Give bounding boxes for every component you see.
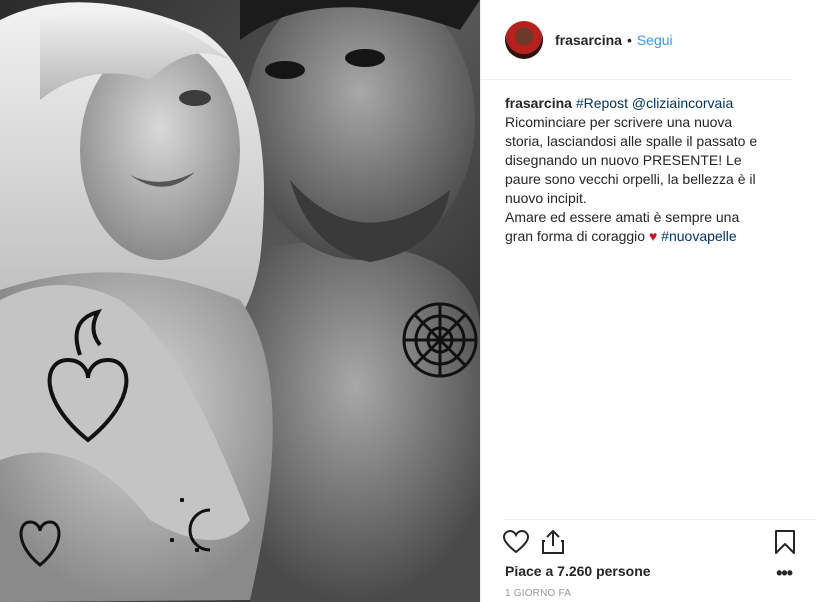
heart-emoji-icon: ♥ — [648, 228, 658, 244]
bookmark-icon — [775, 530, 795, 554]
instagram-post: frasarcina • Segui frasarcina #Repost @c… — [0, 0, 816, 602]
share-icon — [542, 529, 564, 554]
avatar[interactable] — [505, 20, 543, 59]
caption-mention[interactable]: @cliziaincorvaia — [632, 95, 733, 111]
share-button[interactable] — [538, 527, 568, 557]
post-photo[interactable] — [0, 0, 480, 602]
caption-body: Ricominciare per scrivere una nuova stor… — [505, 114, 758, 206]
header-separator: • — [626, 31, 632, 48]
caption-hashtag-end[interactable]: #nuovapelle — [661, 228, 737, 244]
post-footer-divider — [505, 519, 816, 520]
photo-illustration — [0, 0, 480, 602]
save-button[interactable] — [770, 527, 800, 557]
header-username[interactable]: frasarcina — [555, 32, 622, 48]
follow-button[interactable]: Segui — [637, 32, 673, 48]
post-sidebar: frasarcina • Segui frasarcina #Repost @c… — [480, 0, 816, 602]
action-bar — [503, 527, 800, 559]
like-button[interactable] — [501, 527, 531, 557]
more-options-icon[interactable]: ••• — [776, 563, 793, 584]
heart-outline-icon — [503, 530, 529, 554]
post-caption: frasarcina #Repost @cliziaincorvaia Rico… — [481, 80, 793, 246]
post-timestamp[interactable]: 1 GIORNO FA — [505, 588, 571, 599]
caption-hashtag-repost[interactable]: #Repost — [576, 95, 628, 111]
caption-username[interactable]: frasarcina — [505, 95, 572, 111]
post-header: frasarcina • Segui — [481, 0, 792, 80]
header-text: frasarcina • Segui — [555, 32, 673, 48]
likes-count[interactable]: Piace a 7.260 persone — [505, 563, 651, 579]
